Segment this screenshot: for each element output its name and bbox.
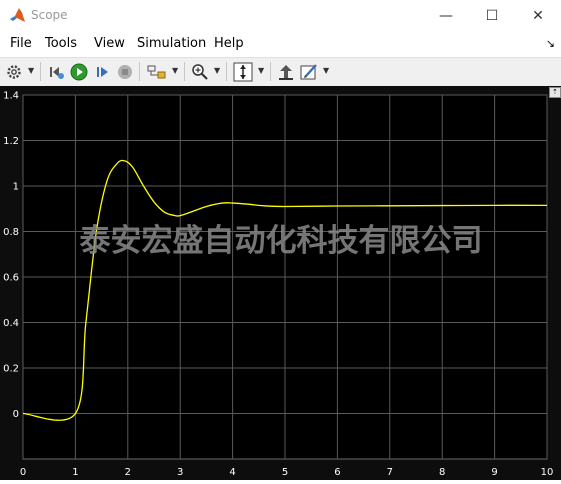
zoom-button[interactable] bbox=[190, 61, 210, 82]
signal-select-icon bbox=[147, 65, 166, 78]
title-bar: Scope — ☐ ✕ bbox=[0, 0, 561, 31]
settings-button[interactable] bbox=[5, 61, 23, 82]
x-tick-label: 4 bbox=[229, 467, 235, 478]
minimize-button[interactable]: — bbox=[423, 0, 469, 31]
x-tick-label: 8 bbox=[439, 467, 445, 478]
scope-display[interactable]: 0 1 2 3 4 5 6 7 8 9 10 0 0.2 0.4 0.6 0.8 1 1.2 1.4 泰安宏盛自动化科… bbox=[0, 86, 561, 480]
x-tick-label: 7 bbox=[387, 467, 393, 478]
y-tick-label: 0.8 bbox=[3, 227, 19, 238]
autoscale-button[interactable] bbox=[232, 61, 254, 82]
step-forward-icon bbox=[97, 66, 108, 77]
toolbar-separator bbox=[40, 62, 41, 81]
style-button[interactable] bbox=[299, 61, 319, 82]
toolbar-separator bbox=[184, 62, 185, 81]
x-tick-label: 0 bbox=[20, 467, 26, 478]
run-icon bbox=[70, 63, 88, 80]
y-tick-label: 1.4 bbox=[3, 91, 19, 102]
undock-axes-icon[interactable]: ⇡ bbox=[549, 87, 561, 98]
toolbar-separator bbox=[270, 62, 271, 81]
autoscale-icon bbox=[233, 62, 253, 81]
scope-plot[interactable]: 0 1 2 3 4 5 6 7 8 9 10 0 0.2 0.4 0.6 0.8 1 1.2 1.4 泰安宏盛自动化科… bbox=[0, 86, 561, 480]
menu-simulation[interactable]: Simulation bbox=[137, 36, 206, 51]
watermark-text: 泰安宏盛自动化科技有限公司 bbox=[80, 223, 483, 259]
menu-overflow-icon[interactable]: ↘ bbox=[546, 37, 555, 50]
step-forward-button[interactable] bbox=[92, 61, 112, 82]
x-tick-label: 5 bbox=[282, 467, 288, 478]
step-back-icon bbox=[50, 66, 64, 79]
maximize-icon: ☐ bbox=[485, 7, 499, 24]
y-tick-label: 0.2 bbox=[3, 364, 19, 375]
style-icon bbox=[300, 63, 317, 79]
y-tick-label: 0 bbox=[13, 409, 19, 420]
x-tick-label: 6 bbox=[334, 467, 340, 478]
menu-help[interactable]: Help bbox=[214, 36, 244, 51]
restore-view-icon bbox=[279, 64, 293, 80]
restore-view-button[interactable] bbox=[276, 61, 296, 82]
close-icon: ✕ bbox=[532, 7, 544, 24]
toolbar-separator bbox=[226, 62, 227, 81]
menu-file[interactable]: File bbox=[10, 36, 32, 51]
menu-view[interactable]: View bbox=[94, 36, 125, 51]
y-tick-label: 1 bbox=[13, 182, 19, 193]
y-tick-label: 1.2 bbox=[3, 136, 19, 147]
x-tick-label: 3 bbox=[177, 467, 183, 478]
toolbar-separator bbox=[139, 62, 140, 81]
x-tick-label: 1 bbox=[72, 467, 78, 478]
settings-dropdown-icon[interactable]: ▼ bbox=[28, 66, 34, 75]
stop-icon bbox=[118, 64, 132, 79]
settings-icon bbox=[7, 64, 21, 79]
y-tick-label: 0.4 bbox=[3, 318, 19, 329]
stop-button[interactable] bbox=[115, 61, 135, 82]
menu-bar: File Tools View Simulation Help ↘ bbox=[0, 31, 561, 56]
minimize-icon: — bbox=[439, 7, 453, 24]
x-tick-label: 2 bbox=[125, 467, 131, 478]
signal-select-button[interactable] bbox=[146, 61, 168, 82]
run-button[interactable] bbox=[69, 61, 89, 82]
toolbar: ▼ ▼ ▼ ▼ ▼ bbox=[0, 57, 561, 87]
zoom-dropdown-icon[interactable]: ▼ bbox=[214, 66, 220, 75]
step-back-button[interactable] bbox=[47, 61, 67, 82]
y-tick-label: 0.6 bbox=[3, 273, 19, 284]
menu-tools[interactable]: Tools bbox=[45, 36, 77, 51]
maximize-button[interactable]: ☐ bbox=[469, 0, 515, 31]
matlab-icon bbox=[10, 8, 25, 22]
close-button[interactable]: ✕ bbox=[515, 0, 561, 31]
signal-dropdown-icon[interactable]: ▼ bbox=[172, 66, 178, 75]
x-tick-label: 10 bbox=[541, 467, 554, 478]
x-tick-label: 9 bbox=[491, 467, 497, 478]
autoscale-dropdown-icon[interactable]: ▼ bbox=[258, 66, 264, 75]
zoom-icon bbox=[192, 63, 208, 80]
window-title: Scope bbox=[31, 8, 68, 22]
style-dropdown-icon[interactable]: ▼ bbox=[323, 66, 329, 75]
